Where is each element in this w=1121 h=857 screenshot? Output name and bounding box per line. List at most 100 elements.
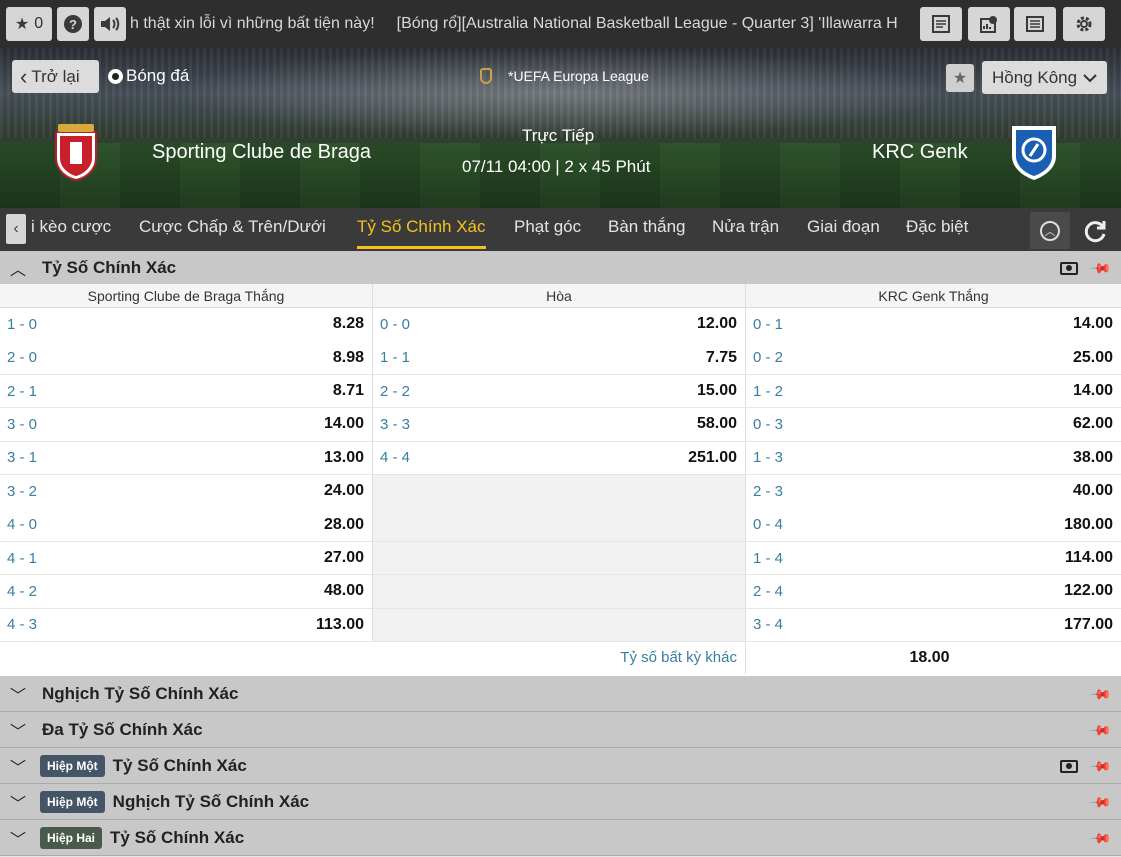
odds-cell[interactable]: 3 - 4 177.00 [746, 608, 1121, 643]
settings-button[interactable] [1063, 7, 1105, 41]
tab-all-bets[interactable]: i kèo cược [31, 208, 111, 251]
live-stream-icon[interactable] [1059, 759, 1078, 773]
news-ticker[interactable]: h thật xin lỗi vì những bất tiện này! [Bó… [130, 0, 910, 48]
empty-cell [373, 608, 746, 643]
odds-cell[interactable]: 3 - 1 13.00 [0, 441, 373, 476]
odds-value: 38.00 [1072, 448, 1113, 466]
odds-cell[interactable]: 1 - 0 8.28 [0, 308, 373, 342]
market-section[interactable]: ﹀ Hiệp Một Nghịch Tỷ Số Chính Xác 📌 [0, 784, 1121, 820]
collapse-all-button[interactable]: ︿ [1030, 212, 1070, 249]
tab-goals[interactable]: Bàn thắng [608, 208, 686, 251]
odds-value: 8.28 [332, 315, 364, 333]
odds-cell[interactable]: 1 - 1 7.75 [373, 341, 746, 375]
bet-slip-button[interactable] [920, 7, 962, 41]
tab-handicap-over-under[interactable]: Cược Chấp & Trên/Dưới [139, 208, 326, 251]
region-dropdown[interactable]: Hồng Kông [982, 61, 1107, 94]
chevron-down-icon[interactable]: ﹀ [0, 826, 36, 850]
back-button[interactable]: ‹ Trở lại [12, 60, 99, 93]
odds-value: 62.00 [1072, 415, 1113, 433]
score-label: 2 - 1 [7, 382, 38, 400]
odds-cell[interactable]: 3 - 0 14.00 [0, 408, 373, 442]
empty-cell [373, 575, 746, 609]
tabs-scroll-left-button[interactable]: ‹ [6, 214, 26, 244]
tab-corners[interactable]: Phạt góc [514, 208, 581, 251]
odds-cell[interactable]: 2 - 1 8.71 [0, 374, 373, 409]
odds-cell[interactable]: 1 - 3 38.00 [746, 441, 1121, 476]
odds-cell[interactable]: 0 - 1 14.00 [746, 308, 1121, 342]
odds-value: 58.00 [696, 415, 737, 433]
odds-cell[interactable]: 2 - 0 8.98 [0, 341, 373, 375]
market-section[interactable]: ﹀ Hiệp Một Tỷ Số Chính Xác 📌 [0, 748, 1121, 784]
chevron-down-icon[interactable]: ﹀ [0, 754, 36, 778]
odds-value: 27.00 [323, 549, 364, 567]
odds-cell[interactable]: 3 - 2 24.00 [0, 475, 373, 509]
odds-value: 14.00 [323, 415, 364, 433]
sound-button[interactable] [94, 7, 126, 41]
score-label: 0 - 3 [753, 415, 784, 433]
empty-cell [373, 475, 746, 509]
odds-cell[interactable]: 4 - 3 113.00 [0, 608, 373, 643]
odds-cell[interactable]: 2 - 2 15.00 [373, 374, 746, 409]
odds-cell[interactable]: 3 - 3 58.00 [373, 408, 746, 442]
section-title: Đa Tỷ Số Chính Xác [42, 719, 203, 739]
tab-correct-score[interactable]: Tỷ Số Chính Xác [357, 208, 486, 251]
odds-cell[interactable]: 0 - 4 180.00 [746, 508, 1121, 542]
odds-value: 8.98 [332, 348, 364, 366]
tab-half-time[interactable]: Nửa trận [712, 208, 779, 251]
pin-icon[interactable]: 📌 [1088, 256, 1113, 280]
back-label: Trở lại [31, 66, 80, 86]
score-label: 4 - 2 [7, 582, 38, 600]
odds-cell[interactable]: 4 - 1 27.00 [0, 541, 373, 576]
score-label: 3 - 1 [7, 449, 38, 467]
tab-periods[interactable]: Giai đoạn [807, 208, 880, 251]
favorites-button[interactable]: ★ 0 [6, 7, 52, 41]
column-header-away: KRC Genk Thắng [746, 284, 1121, 308]
favorite-match-button[interactable]: ★ [946, 64, 974, 92]
odds-value: 25.00 [1072, 348, 1113, 366]
odds-cell[interactable]: 0 - 2 25.00 [746, 341, 1121, 375]
statistics-button[interactable] [968, 7, 1010, 41]
odds-cell[interactable]: 1 - 4 114.00 [746, 541, 1121, 576]
pin-icon[interactable]: 📌 [1088, 790, 1113, 814]
sport-label: Bóng đá [108, 66, 189, 86]
odds-cell[interactable]: 4 - 4 251.00 [373, 441, 746, 476]
tab-specials[interactable]: Đặc biệt [906, 208, 968, 251]
home-team-crest [55, 124, 97, 182]
chevron-down-icon[interactable]: ﹀ [0, 718, 36, 742]
layout-button[interactable] [1014, 7, 1056, 41]
help-button[interactable]: ? [57, 7, 89, 41]
layout-icon [1026, 16, 1044, 32]
odds-cell[interactable]: 1 - 2 14.00 [746, 374, 1121, 409]
any-other-score-odds[interactable]: 18.00 [746, 641, 1121, 674]
odds-cell[interactable]: 2 - 4 122.00 [746, 575, 1121, 609]
odds-cell[interactable]: 4 - 0 28.00 [0, 508, 373, 542]
market-section[interactable]: ﹀ Nghịch Tỷ Số Chính Xác 📌 [0, 676, 1121, 712]
pin-icon[interactable]: 📌 [1088, 754, 1113, 778]
odds-cell[interactable]: 0 - 0 12.00 [373, 308, 746, 342]
pin-icon[interactable]: 📌 [1088, 826, 1113, 850]
market-section[interactable]: ﹀ Hiệp Hai Tỷ Số Chính Xác 📌 [0, 820, 1121, 856]
market-section[interactable]: ﹀ Đa Tỷ Số Chính Xác 📌 [0, 712, 1121, 748]
market-header[interactable]: ︿ Tỷ Số Chính Xác 📌 [0, 251, 1121, 286]
score-label: 0 - 1 [753, 315, 784, 333]
live-status: Trực Tiếp [522, 126, 595, 145]
chevron-up-icon[interactable]: ︿ [0, 256, 36, 280]
score-label: 1 - 2 [753, 382, 784, 400]
trophy-icon [480, 68, 492, 84]
score-label: 2 - 2 [380, 382, 411, 400]
pin-icon[interactable]: 📌 [1088, 682, 1113, 706]
pin-icon[interactable]: 📌 [1088, 718, 1113, 742]
odds-value: 177.00 [1064, 615, 1113, 633]
chevron-down-icon[interactable]: ﹀ [0, 790, 36, 814]
odds-cell[interactable]: 0 - 3 62.00 [746, 408, 1121, 442]
score-label: 3 - 2 [7, 482, 38, 500]
live-stream-icon[interactable] [1059, 262, 1078, 275]
column-header-draw: Hòa [373, 284, 746, 308]
market-tabs: ‹ i kèo cược Cược Chấp & Trên/Dưới Tỷ Số… [0, 208, 1121, 251]
odds-cell[interactable]: 4 - 2 48.00 [0, 575, 373, 609]
chevron-down-icon[interactable]: ﹀ [0, 682, 36, 706]
empty-cell [373, 508, 746, 542]
favorites-count: 0 [34, 15, 44, 32]
refresh-button[interactable] [1075, 212, 1115, 249]
odds-cell[interactable]: 2 - 3 40.00 [746, 475, 1121, 509]
